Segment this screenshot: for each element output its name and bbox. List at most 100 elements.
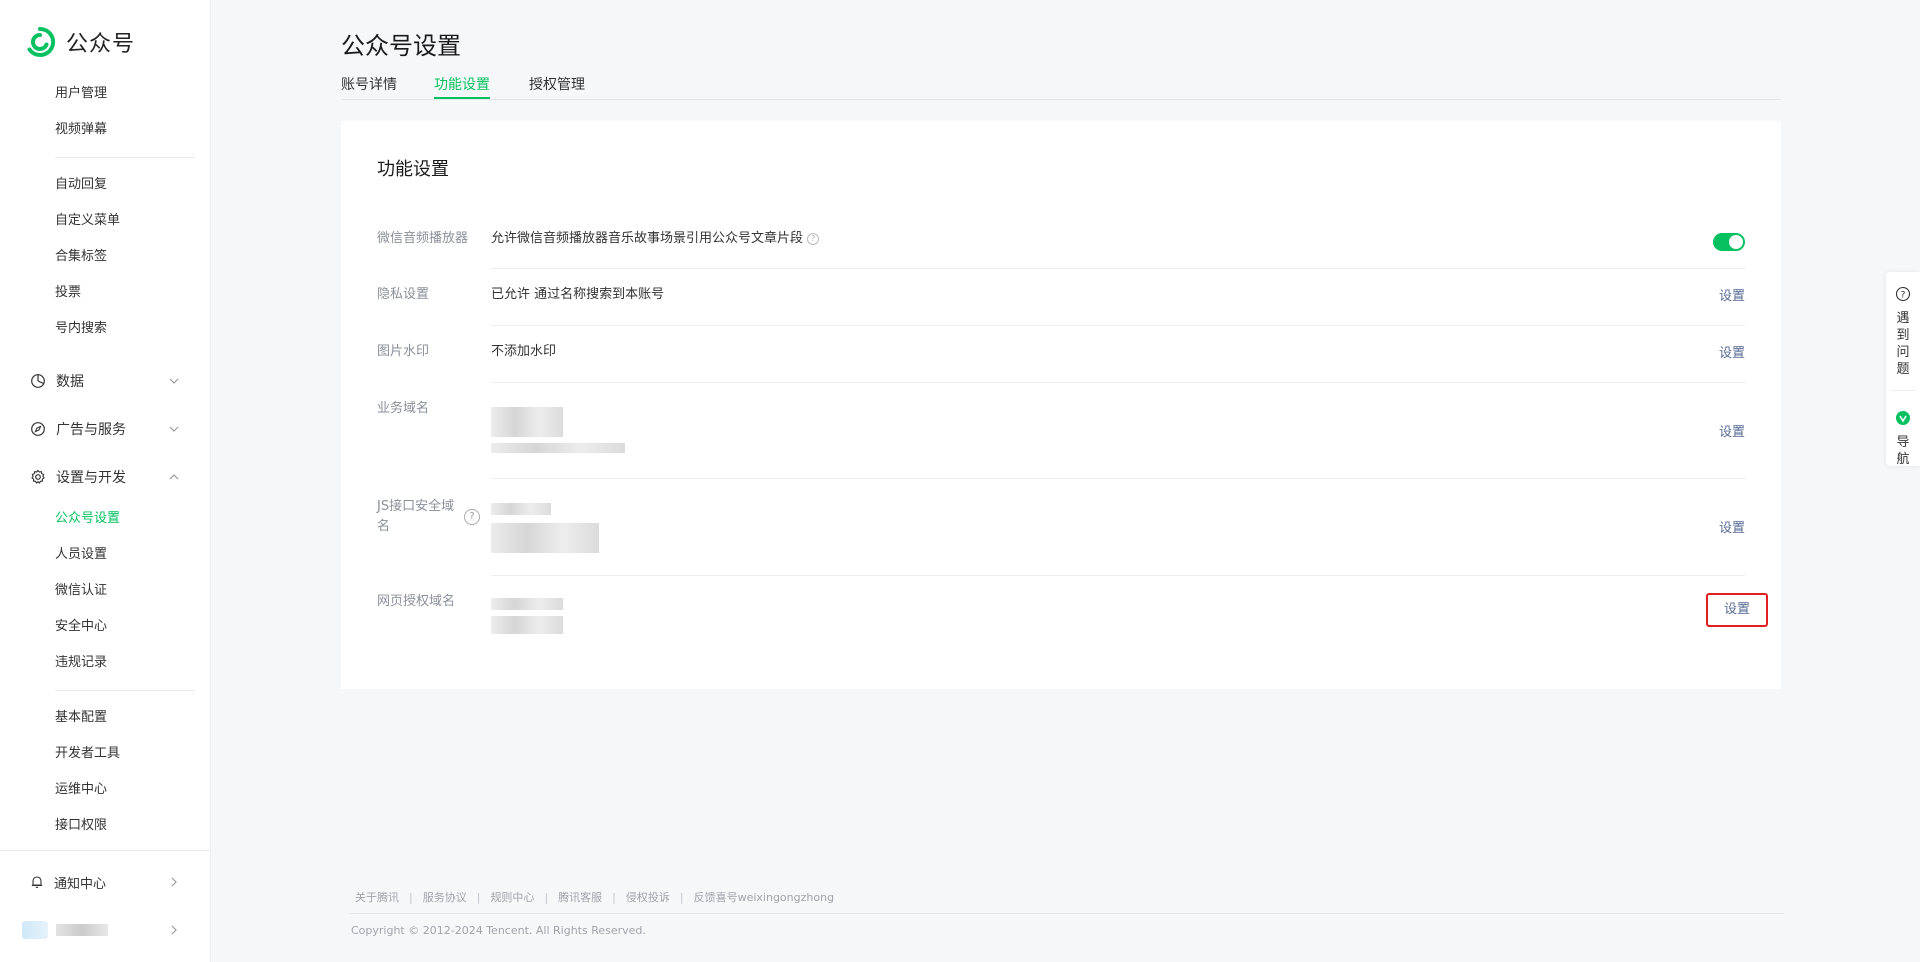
- sidebar-divider: [0, 850, 210, 851]
- sidebar-item-collection-tags[interactable]: 合集标签: [0, 239, 210, 275]
- audio-player-toggle[interactable]: [1713, 233, 1745, 251]
- sidebar-notification-center[interactable]: 通知中心: [0, 858, 210, 906]
- floating-help-panel: ? 遇到问题 导航: [1886, 272, 1920, 468]
- page-title: 公众号设置: [341, 32, 461, 60]
- js-domain-settings-button[interactable]: 设置: [1719, 517, 1745, 536]
- sidebar-item-basic-config[interactable]: 基本配置: [0, 700, 210, 736]
- nav-button[interactable]: 导航: [1886, 410, 1920, 468]
- sidebar: 公众号 用户管理 视频弹幕 自动回复 自定义菜单 合集标签 投票 号内搜索 数据…: [0, 0, 211, 962]
- chevron-up-icon: [169, 474, 179, 480]
- logo[interactable]: 公众号: [24, 26, 135, 58]
- pie-chart-icon: [31, 374, 45, 388]
- footer-link-terms[interactable]: 服务协议: [423, 891, 467, 904]
- setting-value-text: 允许微信音频播放器音乐故事场景引用公众号文章片段: [491, 231, 804, 246]
- notification-center-label: 通知中心: [54, 876, 107, 892]
- redacted-domain: [491, 443, 625, 453]
- sidebar-group-data[interactable]: 数据: [0, 357, 210, 405]
- setting-label: JS接口安全域名: [377, 499, 455, 534]
- setting-label: 业务域名: [377, 401, 430, 416]
- sidebar-item-staff-settings[interactable]: 人员设置: [0, 537, 210, 573]
- tab-feature-settings[interactable]: 功能设置: [434, 74, 490, 99]
- setting-row-watermark: 图片水印 不添加水印 设置: [377, 326, 1745, 383]
- sidebar-group-label: 设置与开发: [56, 470, 126, 486]
- sidebar-group-ads-services[interactable]: 广告与服务: [0, 405, 210, 453]
- setting-row-privacy: 隐私设置 已允许 通过名称搜索到本账号 设置: [377, 269, 1745, 326]
- chevron-down-icon: [169, 378, 179, 384]
- brand-name: 公众号: [66, 32, 136, 57]
- footer-link-feedback[interactable]: 反馈喜号weixingongzhong: [694, 891, 834, 904]
- tab-bar: 账号详情 功能设置 授权管理: [341, 70, 1781, 100]
- float-divider: [1890, 390, 1916, 391]
- footer-link-rules[interactable]: 规则中心: [490, 891, 534, 904]
- sidebar-menu: 用户管理 视频弹幕 自动回复 自定义菜单 合集标签 投票 号内搜索 数据 广告与…: [0, 76, 210, 844]
- sidebar-divider: [55, 690, 195, 691]
- sidebar-item-developer-tools[interactable]: 开发者工具: [0, 736, 210, 772]
- sidebar-group-settings-dev[interactable]: 设置与开发: [0, 453, 210, 501]
- sidebar-group-label: 广告与服务: [56, 422, 126, 438]
- nav-badge-icon: [1896, 411, 1910, 425]
- sidebar-item-violation-records[interactable]: 违规记录: [0, 645, 210, 681]
- tab-authorization-management[interactable]: 授权管理: [529, 74, 585, 99]
- footer-link-infringement[interactable]: 侵权投诉: [626, 891, 670, 904]
- feature-settings-card: 功能设置 微信音频播放器 允许微信音频播放器音乐故事场景引用公众号文章片段? 隐…: [341, 121, 1781, 689]
- footer-divider: |: [612, 891, 616, 904]
- setting-value: 已允许 通过名称搜索到本账号: [491, 287, 665, 302]
- setting-row-audio-player: 微信音频播放器 允许微信音频播放器音乐故事场景引用公众号文章片段?: [377, 213, 1745, 269]
- sidebar-group-label: 数据: [56, 374, 84, 390]
- business-domain-settings-button[interactable]: 设置: [1719, 421, 1745, 440]
- redacted-domain: [491, 616, 563, 634]
- sidebar-item-wechat-verification[interactable]: 微信认证: [0, 573, 210, 609]
- account-name-redacted: [56, 924, 108, 936]
- setting-label: 微信音频播放器: [377, 231, 469, 246]
- account-switcher[interactable]: [0, 906, 210, 954]
- sidebar-item-in-account-search[interactable]: 号内搜索: [0, 311, 210, 347]
- footer-divider: |: [679, 891, 684, 904]
- question-circle-icon: ?: [1895, 286, 1911, 302]
- sidebar-item-account-settings[interactable]: 公众号设置: [0, 501, 210, 537]
- card-title: 功能设置: [377, 159, 449, 180]
- setting-value: 不添加水印: [491, 344, 557, 359]
- setting-label: 网页授权域名: [377, 594, 456, 609]
- sidebar-item-api-permissions[interactable]: 接口权限: [0, 808, 210, 844]
- compass-icon: [31, 422, 45, 436]
- wechat-mp-logo-icon: [27, 26, 56, 57]
- footer-divider: |: [476, 891, 481, 904]
- footer-links: 关于腾讯 | 服务协议 | 规则中心 | 腾讯客服 | 侵权投诉 | 反馈喜号weixingongz…: [355, 889, 834, 905]
- chevron-down-icon: [169, 426, 179, 432]
- nav-label: 导航: [1896, 435, 1910, 467]
- watermark-settings-button[interactable]: 设置: [1719, 342, 1745, 361]
- tab-account-details[interactable]: 账号详情: [341, 74, 397, 99]
- footer-divider: [350, 913, 1784, 914]
- gear-icon: [31, 469, 45, 484]
- footer-link-about[interactable]: 关于腾讯: [355, 891, 399, 904]
- help-icon[interactable]: ?: [464, 509, 480, 525]
- chevron-right-icon: [171, 877, 177, 887]
- help-button[interactable]: ? 遇到问题: [1886, 286, 1920, 378]
- setting-row-js-domain: JS接口安全域名 ? 设置: [377, 479, 1745, 576]
- sidebar-item-vote[interactable]: 投票: [0, 275, 210, 311]
- sidebar-item-custom-menu[interactable]: 自定义菜单: [0, 203, 210, 239]
- sidebar-item-user-management[interactable]: 用户管理: [0, 76, 210, 112]
- footer-divider: |: [544, 891, 549, 904]
- sidebar-item-auto-reply[interactable]: 自动回复: [0, 167, 210, 203]
- bell-icon: [31, 876, 43, 888]
- redacted-domain: [491, 503, 551, 515]
- chevron-right-icon: [171, 925, 177, 935]
- setting-label: 隐私设置: [377, 287, 430, 302]
- footer-link-support[interactable]: 腾讯客服: [558, 891, 602, 904]
- setting-row-web-auth-domain: 网页授权域名: [377, 576, 1745, 656]
- web-auth-domain-settings-label: 设置: [1723, 602, 1750, 617]
- sidebar-item-ops-center[interactable]: 运维中心: [0, 772, 210, 808]
- web-auth-domain-settings-button[interactable]: 设置: [1706, 593, 1768, 627]
- copyright: Copyright © 2012-2024 Tencent. All Right…: [351, 924, 646, 937]
- avatar: [22, 921, 48, 939]
- sidebar-item-security-center[interactable]: 安全中心: [0, 609, 210, 645]
- privacy-settings-button[interactable]: 设置: [1719, 285, 1745, 304]
- footer-divider: |: [409, 891, 413, 904]
- redacted-domain: [491, 523, 599, 553]
- help-icon[interactable]: ?: [807, 232, 820, 245]
- help-label: 遇到问题: [1896, 311, 1910, 377]
- sidebar-divider: [55, 157, 195, 158]
- redacted-domain: [491, 407, 563, 437]
- sidebar-item-video-danmaku[interactable]: 视频弹幕: [0, 112, 210, 148]
